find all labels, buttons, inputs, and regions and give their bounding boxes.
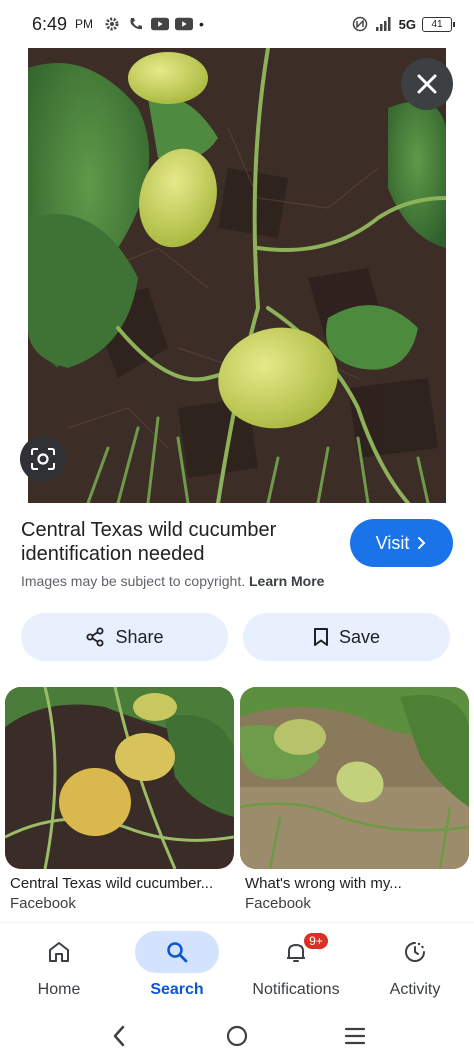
related-photo-2 — [240, 687, 469, 869]
related-image-1[interactable] — [5, 687, 234, 869]
home-system-button[interactable] — [219, 1018, 255, 1054]
bottom-nav: Home Search 9+ Notifications Activity — [0, 922, 474, 1010]
result-title: Central Texas wild cucumber identificati… — [21, 519, 277, 565]
cucumber-plant-photo — [28, 48, 446, 503]
status-left: 6:49 PM • — [32, 14, 204, 35]
nav-search-icon-wrap — [135, 931, 219, 973]
home-icon — [49, 942, 69, 962]
youtube-icon-2 — [175, 15, 194, 33]
nav-search[interactable]: Search — [122, 931, 232, 999]
battery-icon: 41 — [422, 16, 455, 32]
nav-notifications[interactable]: 9+ Notifications — [241, 931, 351, 999]
gear-icon — [103, 15, 121, 33]
lens-icon — [31, 448, 55, 470]
nav-notifications-label: Notifications — [252, 981, 340, 998]
copyright-notice: Images may be subject to copyright. Lear… — [21, 573, 324, 589]
lens-button[interactable] — [20, 436, 66, 482]
dot-icon: • — [199, 16, 204, 32]
nav-search-label: Search — [150, 981, 204, 998]
related-source-2: Facebook — [245, 895, 311, 912]
copyright-text: Images may be subject to copyright. — [21, 573, 246, 589]
activity-icon — [405, 942, 425, 962]
nav-activity-label: Activity — [389, 981, 441, 998]
search-icon — [167, 942, 188, 963]
visit-button[interactable]: Visit — [350, 519, 453, 567]
youtube-icon — [151, 15, 170, 33]
share-label: Share — [115, 626, 164, 647]
recents-button[interactable] — [337, 1018, 373, 1054]
related-photo-1 — [5, 687, 234, 869]
related-image-2[interactable] — [240, 687, 469, 869]
status-bar: 6:49 PM • 5G 41 — [0, 0, 474, 48]
nav-home[interactable]: Home — [4, 931, 114, 999]
related-title-1[interactable]: Central Texas wild cucumber... — [10, 875, 235, 892]
bookmark-icon — [313, 628, 328, 646]
learn-more-link[interactable]: Learn More — [249, 573, 324, 589]
chevron-right-icon — [418, 537, 426, 549]
recents-lines-icon — [344, 1027, 366, 1045]
back-button[interactable] — [101, 1018, 137, 1054]
related-title-2[interactable]: What's wrong with my... — [245, 875, 470, 892]
status-time: 6:49 — [32, 13, 68, 34]
nav-activity-icon-wrap — [373, 931, 457, 973]
share-icon — [86, 627, 104, 647]
status-ampm: PM — [75, 17, 94, 31]
nav-notifications-icon-wrap: 9+ — [254, 931, 338, 973]
home-circle-icon — [226, 1025, 248, 1047]
share-button[interactable]: Share — [21, 613, 228, 661]
close-icon — [417, 74, 437, 94]
system-nav-bar — [0, 1010, 474, 1061]
status-right: 5G 41 — [351, 15, 455, 33]
missed-call-icon — [127, 15, 145, 33]
nav-home-icon-wrap — [17, 931, 101, 973]
network-type: 5G — [398, 16, 416, 32]
notification-badge: 9+ — [302, 931, 330, 951]
nav-home-label: Home — [37, 981, 81, 998]
nav-activity[interactable]: Activity — [360, 931, 470, 999]
visit-label: Visit — [375, 532, 410, 553]
battery-level: 41 — [431, 18, 443, 30]
save-button[interactable]: Save — [243, 613, 450, 661]
back-chevron-icon — [113, 1025, 125, 1047]
related-source-1: Facebook — [10, 895, 76, 912]
signal-icon — [375, 15, 393, 33]
close-button[interactable] — [401, 58, 453, 110]
save-label: Save — [338, 626, 381, 647]
nfc-icon — [351, 15, 369, 33]
result-image[interactable] — [28, 48, 446, 503]
